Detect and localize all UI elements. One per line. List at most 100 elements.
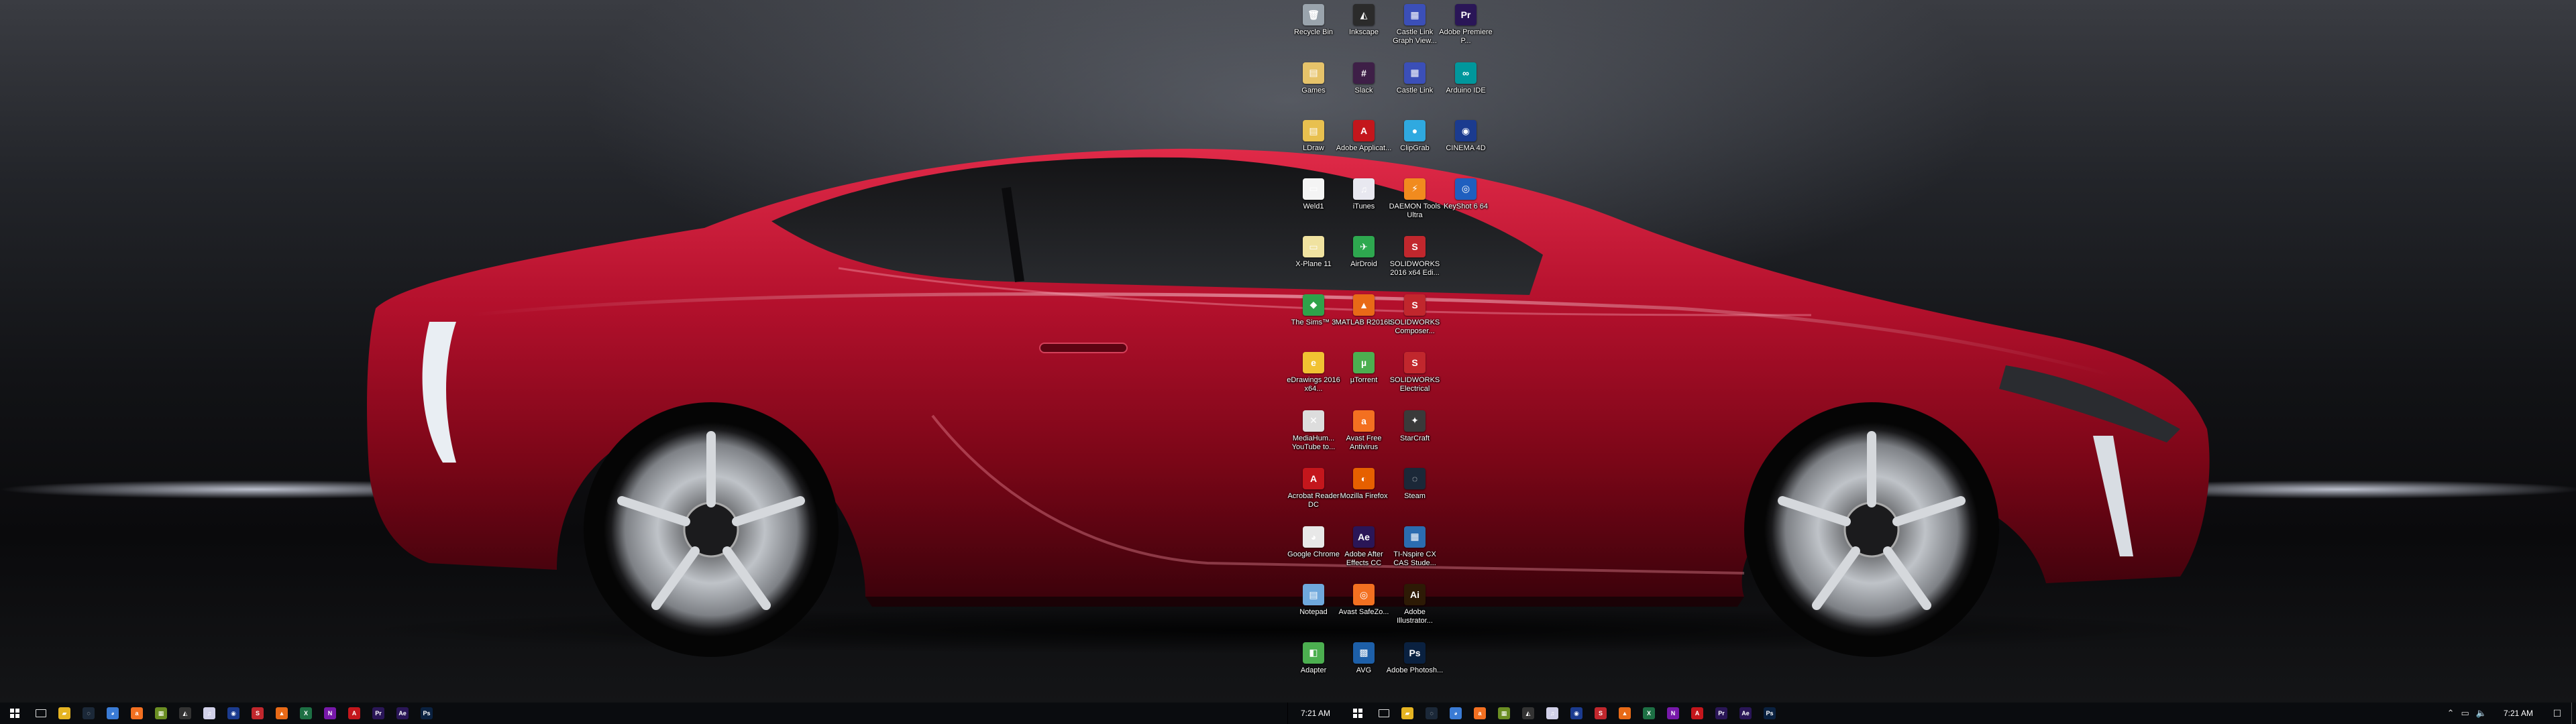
taskbar-pin-onenote[interactable]: N bbox=[318, 703, 342, 724]
taskbar-pin-itunes[interactable]: ♫ bbox=[197, 703, 221, 724]
desktop-icon[interactable]: ▲ MATLAB R2016b bbox=[1335, 290, 1393, 347]
taskbar-pin-after-effects[interactable]: Ae bbox=[390, 703, 415, 724]
volume-icon[interactable]: 🔈 bbox=[2476, 708, 2487, 719]
desktop-icon[interactable]: Ae Adobe After Effects CC bbox=[1335, 522, 1393, 579]
taskbar-pin-file-explorer[interactable]: ▰ bbox=[1395, 703, 1419, 724]
app-icon: ▦ bbox=[1404, 4, 1426, 25]
task-view-button[interactable] bbox=[30, 703, 52, 724]
desktop-icon[interactable]: a Avast Free Antivirus bbox=[1335, 406, 1393, 463]
desktop-icon[interactable]: ▤ LDraw bbox=[1285, 116, 1342, 172]
photoshop-icon: Ps bbox=[1764, 707, 1776, 719]
taskbar-pin-premiere[interactable]: Pr bbox=[1709, 703, 1733, 724]
taskbar-pin-chrome[interactable]: ◕ bbox=[1444, 703, 1468, 724]
taskbar-pin-solidworks[interactable]: S bbox=[1589, 703, 1613, 724]
desktop-icon[interactable]: ✕ MediaHum... YouTube to... bbox=[1285, 406, 1342, 463]
taskbar-pin-photoshop[interactable]: Ps bbox=[415, 703, 439, 724]
steam-icon: ◌ bbox=[83, 707, 95, 719]
network-icon[interactable]: ▭ bbox=[2461, 708, 2469, 719]
taskbar-pin-matlab[interactable]: ▲ bbox=[1613, 703, 1637, 724]
taskbar-pin-itunes[interactable]: ♫ bbox=[1540, 703, 1564, 724]
desktop-icon[interactable]: ◎ KeyShot 6 64 bbox=[1437, 174, 1495, 231]
desktop-icon[interactable]: ◉ CINEMA 4D bbox=[1437, 116, 1495, 172]
desktop-icon[interactable]: ▦ TI-Nspire CX CAS Stude... bbox=[1386, 522, 1444, 579]
task-view-button[interactable] bbox=[1373, 703, 1395, 724]
desktop-icon[interactable]: ◆ The Sims™ 3 bbox=[1285, 290, 1342, 347]
taskbar-pin-excel[interactable]: X bbox=[294, 703, 318, 724]
app-icon: ▲ bbox=[1353, 294, 1375, 316]
desktop-icon[interactable]: ✈ AirDroid bbox=[1335, 232, 1393, 288]
desktop-icon-label: Adobe After Effects CC bbox=[1344, 550, 1383, 567]
desktop-icon[interactable]: ▦ Castle Link bbox=[1386, 58, 1444, 115]
taskbar-pin-minecraft[interactable]: ▦ bbox=[1492, 703, 1516, 724]
taskbar-left: ▰ ◌ ◕ a ▦ ◭ ♫ ◉ S ▲ X N A Pr Ae Ps bbox=[0, 703, 1288, 724]
desktop-icon[interactable]: ▩ AVG bbox=[1335, 638, 1393, 695]
taskbar-pin-inkscape[interactable]: ◭ bbox=[1516, 703, 1540, 724]
desktop-icon[interactable]: A Adobe Applicat... bbox=[1335, 116, 1393, 172]
adobe-reader-icon: A bbox=[348, 707, 360, 719]
app-icon: S bbox=[1404, 236, 1426, 257]
desktop-icon[interactable]: ▭ Weld1 bbox=[1285, 174, 1342, 231]
taskbar-pin-adobe-reader[interactable]: A bbox=[1685, 703, 1709, 724]
desktop-icon[interactable]: ● ClipGrab bbox=[1386, 116, 1444, 172]
taskbar-pin-premiere[interactable]: Pr bbox=[366, 703, 390, 724]
desktop-icon[interactable]: ◕ Google Chrome bbox=[1285, 522, 1342, 579]
start-button[interactable] bbox=[0, 703, 30, 724]
taskbar-pin-after-effects[interactable]: Ae bbox=[1733, 703, 1758, 724]
desktop-icon[interactable]: ⚡ DAEMON Tools Ultra bbox=[1386, 174, 1444, 231]
taskbar-pin-solidworks[interactable]: S bbox=[246, 703, 270, 724]
taskbar-pin-avast[interactable]: a bbox=[1468, 703, 1492, 724]
taskbar-right-start-clock[interactable]: 7:21 AM bbox=[1288, 703, 1343, 724]
desktop-icon[interactable]: S SOLIDWORKS Electrical bbox=[1386, 348, 1444, 404]
taskbar-pin-minecraft[interactable]: ▦ bbox=[149, 703, 173, 724]
notification-icon[interactable]: ☐ bbox=[2546, 703, 2569, 724]
app-icon: ▦ bbox=[1404, 62, 1426, 84]
desktop-icon[interactable]: e eDrawings 2016 x64... bbox=[1285, 348, 1342, 404]
app-icon: ♫ bbox=[1353, 178, 1375, 200]
premiere-icon: Pr bbox=[372, 707, 384, 719]
desktop-icon[interactable]: ∞ Arduino IDE bbox=[1437, 58, 1495, 115]
chevron-up-icon[interactable]: ⌃ bbox=[2447, 708, 2455, 719]
tray-clock[interactable]: 7:21 AM bbox=[2491, 703, 2546, 724]
desktop-icon[interactable]: Ai Adobe Illustrator... bbox=[1386, 580, 1444, 636]
taskbar-pin-avast[interactable]: a bbox=[125, 703, 149, 724]
taskbar-pin-file-explorer[interactable]: ▰ bbox=[52, 703, 76, 724]
desktop-icon[interactable]: ◐ Mozilla Firefox bbox=[1335, 464, 1393, 520]
taskbar-pin-onenote[interactable]: N bbox=[1661, 703, 1685, 724]
desktop-icon[interactable]: # Slack bbox=[1335, 58, 1393, 115]
desktop-icon[interactable]: ◎ Avast SafeZo... bbox=[1335, 580, 1393, 636]
desktop-icon[interactable]: Pr Adobe Premiere P... bbox=[1437, 0, 1495, 56]
desktop-icon-label: SOLIDWORKS Electrical bbox=[1389, 376, 1440, 393]
desktop-icon[interactable]: ▦ Castle Link Graph View... bbox=[1386, 0, 1444, 56]
desktop-icon[interactable]: ✦ StarCraft bbox=[1386, 406, 1444, 463]
desktop-icon[interactable]: µ µTorrent bbox=[1335, 348, 1393, 404]
desktop-icon[interactable]: S SOLIDWORKS Composer... bbox=[1386, 290, 1444, 347]
taskbar-pin-steam[interactable]: ◌ bbox=[1419, 703, 1444, 724]
desktop-icon[interactable]: ▤ Games bbox=[1285, 58, 1342, 115]
desktop-icon[interactable]: ▤ Notepad bbox=[1285, 580, 1342, 636]
app-icon: 🗑 bbox=[1303, 4, 1324, 25]
taskbar-pin-adobe-reader[interactable]: A bbox=[342, 703, 366, 724]
taskbar-pin-cinema4d[interactable]: ◉ bbox=[1564, 703, 1589, 724]
task-view-icon bbox=[36, 709, 46, 717]
start-button[interactable] bbox=[1343, 703, 1373, 724]
desktop-icon[interactable]: ◧ Adapter bbox=[1285, 638, 1342, 695]
desktop-icon[interactable]: ◌ Steam bbox=[1386, 464, 1444, 520]
show-desktop-button[interactable] bbox=[2571, 703, 2576, 724]
desktop-icon[interactable]: ♫ iTunes bbox=[1335, 174, 1393, 231]
taskbar-pin-excel[interactable]: X bbox=[1637, 703, 1661, 724]
taskbar-pin-cinema4d[interactable]: ◉ bbox=[221, 703, 246, 724]
app-icon: ◕ bbox=[1303, 526, 1324, 548]
taskbar-pin-photoshop[interactable]: Ps bbox=[1758, 703, 1782, 724]
desktop-icon[interactable]: ▭ X-Plane 11 bbox=[1285, 232, 1342, 288]
taskbar-pin-matlab[interactable]: ▲ bbox=[270, 703, 294, 724]
desktop-icon[interactable]: A Acrobat Reader DC bbox=[1285, 464, 1342, 520]
app-icon: ✦ bbox=[1404, 410, 1426, 432]
desktop-icon-label: StarCraft bbox=[1399, 434, 1430, 442]
taskbar-pin-inkscape[interactable]: ◭ bbox=[173, 703, 197, 724]
taskbar-pin-chrome[interactable]: ◕ bbox=[101, 703, 125, 724]
desktop-icon[interactable]: Ps Adobe Photosh... bbox=[1386, 638, 1444, 695]
desktop-icon[interactable]: ◭ Inkscape bbox=[1335, 0, 1393, 56]
desktop-icon[interactable]: S SOLIDWORKS 2016 x64 Edi... bbox=[1386, 232, 1444, 288]
desktop-icon[interactable]: 🗑 Recycle Bin bbox=[1285, 0, 1342, 56]
taskbar-pin-steam[interactable]: ◌ bbox=[76, 703, 101, 724]
